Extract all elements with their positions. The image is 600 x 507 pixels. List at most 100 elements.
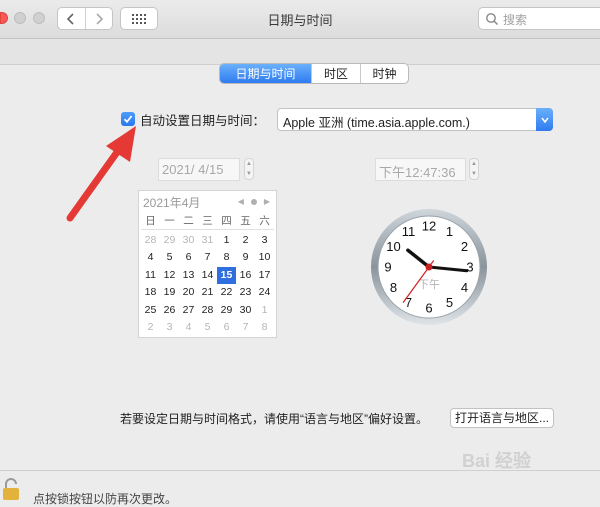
time-server-value: Apple 亚洲 (time.asia.apple.com.)	[283, 116, 470, 130]
calendar-day[interactable]: 5	[160, 249, 179, 266]
clock-numeral: 8	[390, 280, 397, 295]
tab-bar: 日期与时间 时区 时钟	[219, 63, 409, 84]
calendar-day[interactable]: 19	[160, 284, 179, 301]
calendar-day[interactable]: 6	[217, 319, 236, 336]
calendar-weekday: 二	[183, 215, 194, 227]
calendar-day[interactable]: 1	[217, 232, 236, 249]
calendar-day[interactable]: 14	[198, 267, 217, 284]
calendar-day[interactable]: 3	[160, 319, 179, 336]
calendar-navigation: ◀ ▶	[238, 197, 270, 206]
calendar-day[interactable]: 3	[255, 232, 274, 249]
calendar-day[interactable]: 11	[141, 267, 160, 284]
calendar-day[interactable]: 7	[236, 319, 255, 336]
calendar-day-selected[interactable]: 15	[217, 266, 236, 285]
clock-numeral: 4	[461, 280, 468, 295]
calendar-day[interactable]: 28	[198, 302, 217, 319]
time-stepper[interactable]: ▲ ▼	[469, 158, 479, 180]
calendar-day[interactable]: 25	[141, 302, 160, 319]
calendar-day[interactable]: 31	[198, 232, 217, 249]
tab-time-zone[interactable]: 时区	[311, 64, 360, 83]
next-month-icon[interactable]: ▶	[264, 197, 270, 206]
calendar-day[interactable]: 2	[236, 232, 255, 249]
clock-numeral: 1	[446, 224, 453, 239]
clock-period-label: 下午	[418, 278, 440, 291]
calendar-weekday: 五	[240, 215, 251, 227]
window-titlebar: 日期与时间 搜索	[0, 0, 600, 39]
calendar-weekday: 三	[202, 215, 213, 227]
calendar-day[interactable]: 7	[198, 249, 217, 266]
calendar-day[interactable]: 1	[255, 302, 274, 319]
calendar-day[interactable]: 4	[179, 319, 198, 336]
calendar-weekday: 六	[259, 215, 270, 227]
calendar-day[interactable]: 20	[179, 284, 198, 301]
tab-clock[interactable]: 时钟	[360, 64, 408, 83]
calendar-day[interactable]: 6	[179, 249, 198, 266]
calendar-days: 28 29 30 31 1 2 3 4 5 6 7 8 9 10 11 12 13 14 15 16 17 18 19 20 2…	[141, 232, 274, 336]
calendar-day[interactable]: 23	[236, 284, 255, 301]
search-icon	[486, 13, 499, 26]
calendar-day[interactable]: 29	[217, 302, 236, 319]
clock-center-pin	[425, 263, 433, 271]
lock-hint-text: 点按锁按钮以防再次更改。	[33, 492, 178, 506]
date-field[interactable]: 2021/ 4/15	[158, 158, 240, 181]
calendar-day[interactable]: 22	[217, 284, 236, 301]
calendar-day[interactable]: 12	[160, 267, 179, 284]
search-placeholder: 搜索	[503, 13, 528, 27]
calendar-month-label: 2021年4月	[143, 196, 201, 210]
calendar-weekday: 四	[221, 215, 232, 227]
auto-set-label: 自动设置日期与时间：	[140, 113, 266, 128]
format-note: 若要设定日期与时间格式，请使用“语言与地区”偏好设置。	[120, 412, 428, 426]
clock-numeral: 10	[386, 239, 400, 254]
clock-numeral: 2	[461, 239, 468, 254]
dropdown-arrow[interactable]	[536, 108, 553, 131]
tab-date-time[interactable]: 日期与时间	[220, 64, 311, 83]
calendar-day[interactable]: 8	[255, 319, 274, 336]
chevron-down-icon	[540, 117, 549, 123]
calendar-weekday: 日	[145, 215, 156, 227]
stepper-down-icon: ▼	[471, 171, 477, 177]
watermark: Bai 经验	[462, 451, 532, 471]
calendar-day[interactable]: 21	[198, 284, 217, 301]
time-server-select[interactable]: Apple 亚洲 (time.asia.apple.com.)	[277, 108, 553, 131]
calendar-day[interactable]: 2	[141, 319, 160, 336]
calendar-day[interactable]: 9	[236, 249, 255, 266]
calendar-weekdays: 日一二三四五六	[141, 213, 274, 228]
clock-numeral: 12	[422, 219, 436, 234]
calendar-day[interactable]: 8	[217, 249, 236, 266]
stepper-up-icon: ▲	[246, 161, 252, 167]
calendar-day[interactable]: 24	[255, 284, 274, 301]
clock-numeral: 7	[405, 295, 412, 310]
search-field[interactable]: 搜索	[478, 7, 600, 30]
calendar-day[interactable]: 17	[255, 267, 274, 284]
calendar-divider	[141, 229, 274, 230]
calendar-day[interactable]: 10	[255, 249, 274, 266]
calendar-day[interactable]: 30	[179, 232, 198, 249]
analog-clock: 下午 12 12 3 45678 9 1011	[371, 209, 487, 325]
stepper-up-icon: ▲	[471, 161, 477, 167]
clock-numeral: 6	[425, 301, 432, 316]
calendar-day[interactable]: 29	[160, 232, 179, 249]
toolbar-strip	[0, 39, 600, 65]
lock-icon[interactable]	[0, 478, 22, 500]
calendar-day[interactable]: 4	[141, 249, 160, 266]
calendar-day[interactable]: 18	[141, 284, 160, 301]
clock-numeral: 11	[402, 224, 416, 239]
annotation-arrow-icon	[66, 126, 136, 222]
calendar-day[interactable]: 5	[198, 319, 217, 336]
calendar-day[interactable]: 28	[141, 232, 160, 249]
calendar-day[interactable]: 30	[236, 302, 255, 319]
calendar-day[interactable]: 27	[179, 302, 198, 319]
clock-numeral: 9	[384, 260, 391, 275]
calendar-day[interactable]: 13	[179, 267, 198, 284]
today-dot-icon[interactable]	[250, 198, 257, 205]
clock-numeral: 3	[466, 260, 473, 275]
calendar[interactable]: 2021年4月 ◀ ▶ 日一二三四五六 28 29 30 31 1 2 3 4 5 6 7 8 9 10 1…	[138, 190, 277, 338]
previous-month-icon[interactable]: ◀	[238, 197, 244, 206]
stepper-down-icon: ▼	[246, 171, 252, 177]
calendar-weekday: 一	[164, 215, 175, 227]
open-language-region-button[interactable]: 打开语言与地区...	[450, 408, 554, 428]
time-field[interactable]: 下午12:47:36	[375, 158, 466, 181]
calendar-day[interactable]: 16	[236, 267, 255, 284]
calendar-day[interactable]: 26	[160, 302, 179, 319]
date-stepper[interactable]: ▲ ▼	[244, 158, 254, 180]
